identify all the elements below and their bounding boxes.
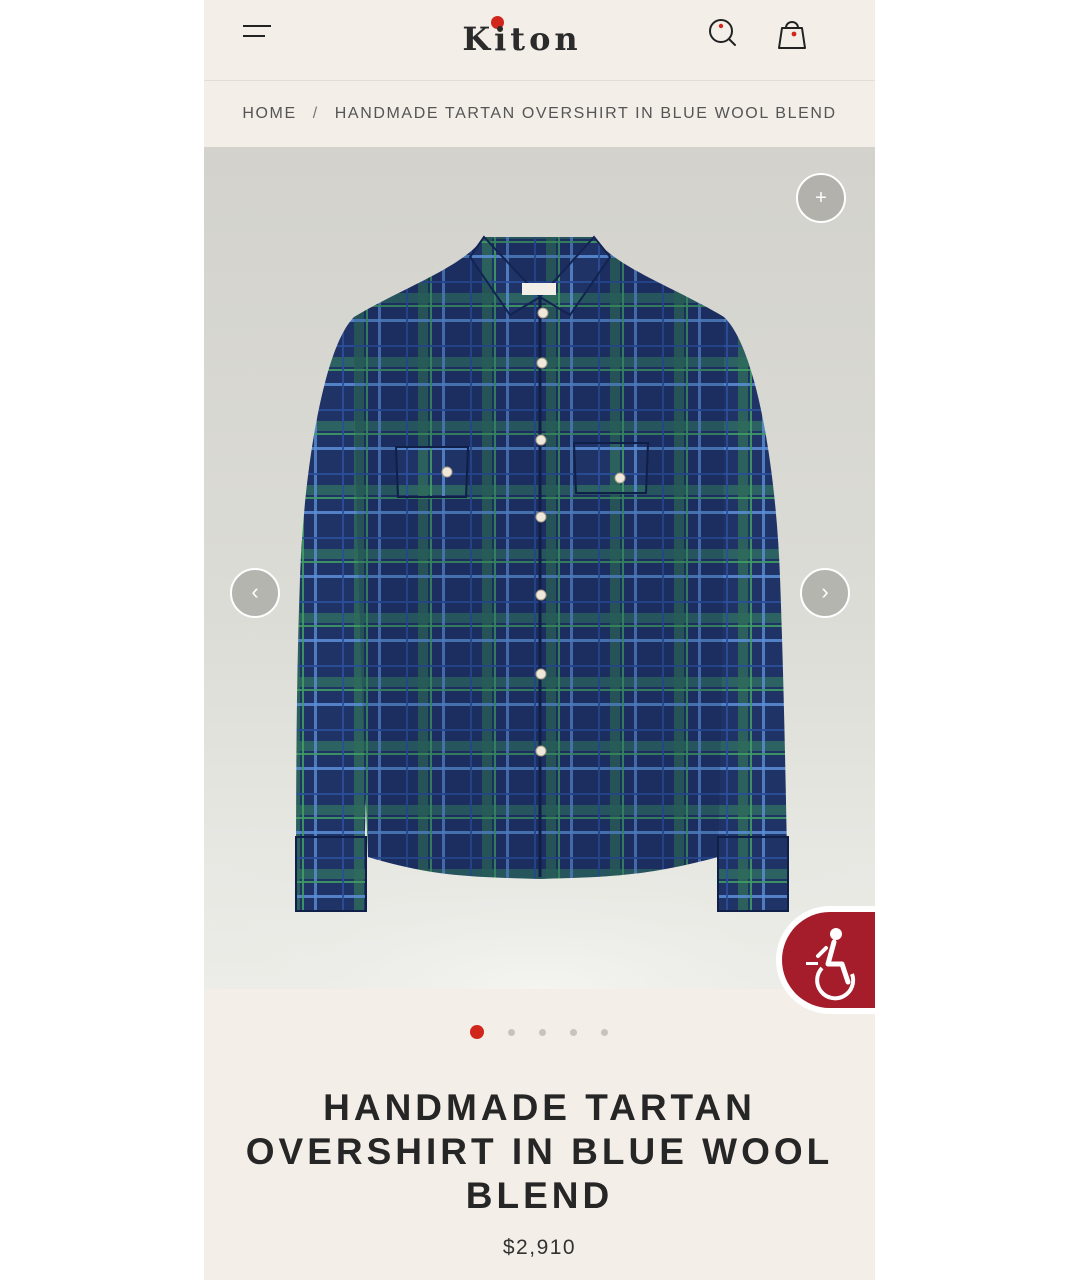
logo-text: Kiton	[462, 20, 582, 58]
accessibility-badge-background	[782, 912, 875, 1008]
breadcrumb-home-link[interactable]: HOME	[242, 105, 296, 123]
pagination-dot[interactable]	[570, 1029, 577, 1036]
pagination-dot-active[interactable]	[470, 1025, 484, 1039]
accessibility-button[interactable]	[776, 906, 875, 1014]
product-image-tartan-overshirt	[204, 235, 875, 989]
breadcrumb-current: HANDMADE TARTAN OVERSHIRT IN BLUE WOOL B…	[334, 104, 837, 122]
kiton-logo[interactable]: Kiton	[424, 14, 620, 58]
search-icon[interactable]	[706, 16, 740, 50]
mobile-page: Kiton HOME / HANDMADE TARTAN OVERSHIRT I…	[204, 0, 875, 1280]
breadcrumb: HOME / HANDMADE TARTAN OVERSHIRT IN BLUE…	[204, 80, 875, 147]
breadcrumb-separator: /	[312, 104, 319, 122]
gallery-pagination	[204, 1024, 875, 1042]
product-title: HANDMADE TARTAN OVERSHIRT IN BLUE WOOL B…	[245, 1087, 834, 1216]
pagination-dot[interactable]	[539, 1029, 546, 1036]
hamburger-menu-icon[interactable]	[240, 20, 276, 46]
pagination-dot[interactable]	[508, 1029, 515, 1036]
pagination-dot[interactable]	[601, 1029, 608, 1036]
accessibility-icon	[806, 928, 856, 1001]
previous-image-button[interactable]: ‹	[230, 568, 280, 618]
product-price: $2,910	[502, 1236, 577, 1259]
shopping-bag-icon[interactable]	[774, 14, 810, 52]
zoom-button[interactable]: +	[796, 173, 846, 223]
next-image-button[interactable]: ›	[800, 568, 850, 618]
product-image-gallery[interactable]: + ‹ ›	[204, 147, 875, 989]
site-header: Kiton	[204, 0, 875, 81]
